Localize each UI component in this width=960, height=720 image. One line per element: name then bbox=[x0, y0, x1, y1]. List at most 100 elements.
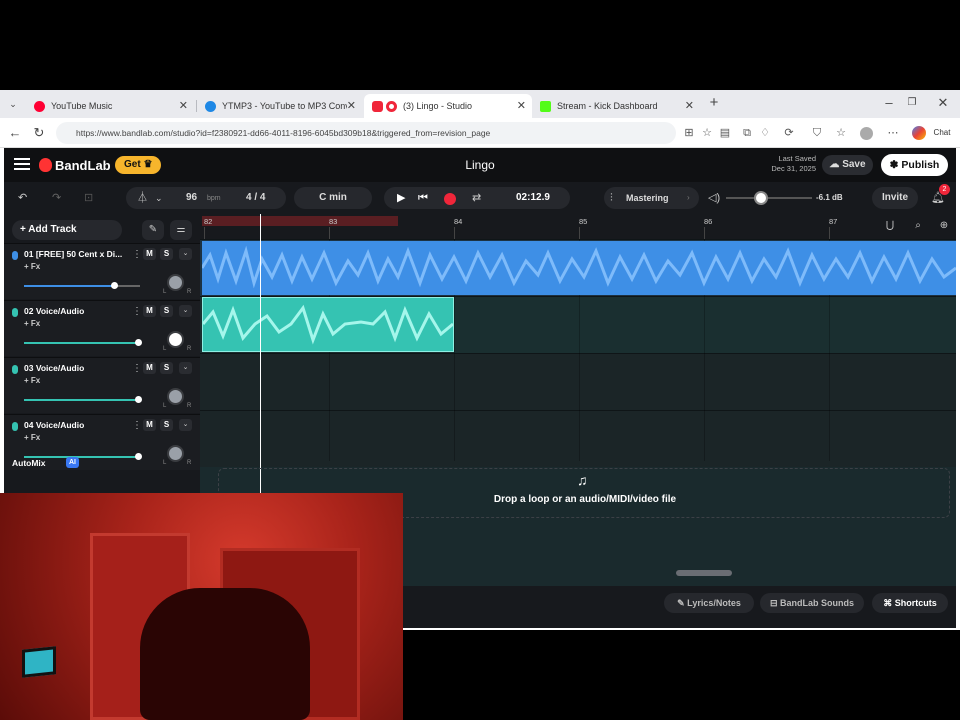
add-fx-button[interactable]: + Fx bbox=[24, 262, 40, 271]
mute-button[interactable]: M bbox=[143, 419, 156, 431]
publish-button[interactable]: ✽ Publish bbox=[881, 154, 948, 176]
close-icon[interactable]: ✕ bbox=[517, 99, 526, 112]
menu-icon[interactable] bbox=[14, 158, 30, 170]
song-title[interactable]: Lingo bbox=[424, 158, 536, 172]
track-header-1[interactable]: 01 [FREE] 50 Cent x Di... + Fx ⋮ M S ⌄ L… bbox=[4, 243, 200, 299]
track-name[interactable]: 01 [FREE] 50 Cent x Di... bbox=[24, 249, 124, 259]
redo-icon[interactable]: ↷ bbox=[52, 187, 61, 209]
get-membership-button[interactable]: Get ♛ bbox=[115, 156, 162, 174]
loop-region[interactable] bbox=[202, 216, 398, 226]
favorites-icon[interactable]: ☆ bbox=[834, 125, 848, 141]
skip-back-icon[interactable]: ⏮ bbox=[418, 187, 428, 209]
mute-button[interactable]: M bbox=[143, 248, 156, 260]
extension-icon[interactable]: ⟳ bbox=[782, 125, 796, 141]
solo-button[interactable]: S bbox=[160, 362, 173, 374]
volume-fader-knob[interactable] bbox=[111, 282, 118, 289]
volume-fader-knob[interactable] bbox=[135, 453, 142, 460]
audio-clip-voice[interactable] bbox=[201, 297, 454, 352]
shortcuts-button[interactable]: ⌘ Shortcuts bbox=[872, 593, 948, 613]
undo-icon[interactable]: ↶ bbox=[18, 187, 27, 209]
loop-icon[interactable]: ⇄ bbox=[472, 187, 481, 209]
mute-button[interactable]: M bbox=[143, 305, 156, 317]
chevron-down-icon[interactable]: ⌄ bbox=[179, 419, 192, 431]
automix-label[interactable]: AutoMix bbox=[12, 458, 46, 468]
more-icon[interactable]: ⋮ bbox=[132, 306, 142, 317]
solo-button[interactable]: S bbox=[160, 305, 173, 317]
track-lane-3[interactable] bbox=[200, 353, 956, 410]
bandlab-sounds-button[interactable]: ⊟ BandLab Sounds bbox=[760, 593, 864, 613]
volume-fader-knob[interactable] bbox=[135, 339, 142, 346]
solo-button[interactable]: S bbox=[160, 419, 173, 431]
add-track-button[interactable]: + Add Track bbox=[12, 220, 122, 240]
tab-lingo-studio[interactable]: (3) Lingo - Studio ✕ bbox=[364, 94, 532, 118]
chevron-down-icon[interactable]: ⌄ bbox=[155, 187, 163, 209]
chevron-down-icon[interactable]: ⌄ bbox=[179, 362, 192, 374]
reload-icon[interactable]: ↻ bbox=[30, 124, 48, 142]
volume-fader-knob[interactable] bbox=[135, 396, 142, 403]
chevron-down-icon[interactable]: ⌄ bbox=[179, 305, 192, 317]
more-icon[interactable]: ⋮ bbox=[132, 249, 142, 260]
window-close-icon[interactable]: ✕ bbox=[934, 94, 952, 112]
reading-icon[interactable]: ▤ bbox=[718, 125, 732, 141]
minimize-icon[interactable]: – bbox=[880, 94, 898, 112]
invite-button[interactable]: Invite bbox=[872, 187, 918, 209]
profile-avatar[interactable] bbox=[860, 127, 873, 140]
pan-knob[interactable] bbox=[167, 445, 184, 462]
save-button[interactable]: ☁ Save bbox=[822, 155, 873, 175]
pan-knob[interactable] bbox=[167, 388, 184, 405]
time-signature[interactable]: 4 / 4 bbox=[246, 187, 265, 209]
loop-settings-icon[interactable]: ⊡ bbox=[84, 187, 93, 209]
star-icon[interactable]: ☆ bbox=[700, 125, 714, 141]
audio-clip-beat[interactable] bbox=[200, 241, 956, 295]
apps-icon[interactable]: ⊞ bbox=[682, 125, 696, 141]
tab-ytmp3[interactable]: YTMP3 - YouTube to MP3 Conver ✕ bbox=[197, 94, 362, 118]
key-selector[interactable]: C min bbox=[294, 187, 372, 209]
bell-icon[interactable]: ♢ bbox=[758, 125, 772, 141]
tab-list-icon[interactable]: ⌄ bbox=[4, 95, 22, 113]
master-volume-track[interactable] bbox=[726, 197, 812, 199]
pan-knob[interactable] bbox=[167, 331, 184, 348]
new-tab-icon[interactable]: + bbox=[705, 94, 723, 112]
horizontal-scrollbar[interactable] bbox=[676, 570, 732, 576]
pan-knob[interactable] bbox=[167, 274, 184, 291]
copilot-icon[interactable] bbox=[912, 126, 926, 140]
add-fx-button[interactable]: + Fx bbox=[24, 433, 40, 442]
tab-kick-dashboard[interactable]: Stream - Kick Dashboard ✕ bbox=[532, 94, 700, 118]
zoom-in-icon[interactable]: ⊕ bbox=[936, 218, 952, 234]
chat-label[interactable]: Chat bbox=[930, 125, 954, 141]
chevron-right-icon[interactable]: › bbox=[687, 187, 690, 209]
chevron-down-icon[interactable]: ⌄ bbox=[179, 248, 192, 260]
bpm-value[interactable]: 96 bbox=[186, 187, 197, 209]
more-icon[interactable]: ⋮ bbox=[132, 363, 142, 374]
master-volume-knob[interactable] bbox=[754, 191, 768, 205]
close-icon[interactable]: ✕ bbox=[179, 99, 188, 112]
track-name[interactable]: 03 Voice/Audio bbox=[24, 363, 124, 373]
mute-button[interactable]: M bbox=[143, 362, 156, 374]
draw-tool-icon[interactable]: ✎ bbox=[142, 220, 164, 240]
track-header-2[interactable]: 02 Voice/Audio + Fx ⋮ M S ⌄ L R bbox=[4, 300, 200, 356]
more-icon[interactable]: ⋮ bbox=[132, 420, 142, 431]
track-lane-4[interactable] bbox=[200, 410, 956, 467]
track-header-3[interactable]: 03 Voice/Audio + Fx ⋮ M S ⌄ L R bbox=[4, 357, 200, 413]
lyrics-notes-button[interactable]: ✎ Lyrics/Notes bbox=[664, 593, 754, 613]
shield-icon[interactable]: ⛉ bbox=[810, 125, 824, 141]
close-icon[interactable]: ✕ bbox=[347, 99, 356, 112]
solo-button[interactable]: S bbox=[160, 248, 173, 260]
zoom-out-icon[interactable]: ⌕ bbox=[910, 218, 926, 234]
bar-ruler[interactable]: 82 83 84 85 86 87 ⋃ ⌕ ⊕ bbox=[200, 214, 956, 239]
speaker-icon[interactable]: ◁) bbox=[708, 187, 720, 209]
metronome-icon[interactable]: ⏃ bbox=[137, 187, 148, 209]
close-icon[interactable]: ✕ bbox=[685, 99, 694, 112]
mixer-icon[interactable]: ⚌ bbox=[170, 220, 192, 240]
split-icon[interactable]: ⧉ bbox=[740, 125, 754, 141]
add-fx-button[interactable]: + Fx bbox=[24, 376, 40, 385]
tab-youtube-music[interactable]: YouTube Music ✕ bbox=[26, 94, 194, 118]
more-icon[interactable]: ⋯ bbox=[886, 125, 900, 141]
magnet-icon[interactable]: ⋃ bbox=[882, 218, 898, 234]
play-icon[interactable]: ▶ bbox=[397, 187, 405, 209]
track-name[interactable]: 04 Voice/Audio bbox=[24, 420, 124, 430]
restore-icon[interactable]: ❐ bbox=[903, 94, 921, 112]
track-name[interactable]: 02 Voice/Audio bbox=[24, 306, 124, 316]
back-icon[interactable]: ← bbox=[6, 124, 24, 142]
add-fx-button[interactable]: + Fx bbox=[24, 319, 40, 328]
